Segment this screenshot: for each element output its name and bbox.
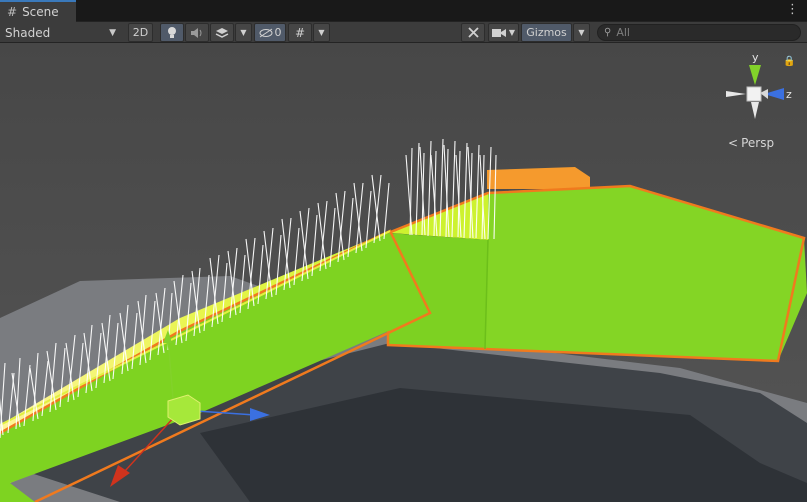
- orientation-y-cone[interactable]: [749, 65, 761, 85]
- tab-bar: # Scene ⋮: [0, 0, 807, 22]
- tools-button[interactable]: [461, 23, 485, 42]
- grid-dropdown-button[interactable]: ▼: [313, 23, 330, 42]
- effects-dropdown-button[interactable]: ▼: [235, 23, 252, 42]
- chevron-down-icon: ▼: [508, 28, 516, 37]
- tab-scene[interactable]: # Scene: [0, 0, 76, 22]
- chevron-down-icon: ▼: [578, 28, 585, 37]
- gizmo-center-cube[interactable]: [167, 394, 201, 426]
- 2d-toggle-button[interactable]: 2D: [128, 23, 153, 42]
- layers-icon: [215, 27, 229, 38]
- effects-toggle-button[interactable]: [210, 23, 234, 42]
- audio-toggle-button[interactable]: [185, 23, 209, 42]
- gizmos-dropdown-button[interactable]: ▼: [573, 23, 590, 42]
- shading-mode-dropdown[interactable]: Shaded ▼: [0, 23, 122, 42]
- scene-toolbar: Shaded ▼ 2D ▼ 0 # ▼ ▼ Gizmos ▼ ⚲: [0, 22, 807, 43]
- hierarchy-search[interactable]: ⚲: [597, 24, 801, 41]
- orientation-y-label: y: [752, 51, 759, 64]
- hidden-count: 0: [274, 26, 282, 39]
- shading-mode-label: Shaded: [5, 25, 51, 40]
- grid-toggle-button[interactable]: #: [288, 23, 312, 42]
- chevron-down-icon: ▼: [240, 28, 247, 37]
- orientation-z-label: z: [786, 88, 792, 101]
- gizmos-toggle-button[interactable]: Gizmos: [521, 23, 572, 42]
- orientation-neg-x-cone[interactable]: [726, 91, 746, 97]
- scene-render: [0, 43, 807, 502]
- tools-icon: [467, 27, 479, 38]
- more-options-icon[interactable]: ⋮: [786, 3, 799, 16]
- grid-snap-icon: #: [294, 25, 306, 40]
- projection-toggle[interactable]: < Persp: [728, 136, 774, 150]
- distant-block: [487, 167, 590, 189]
- lighting-toggle-button[interactable]: [160, 23, 184, 42]
- speaker-icon: [191, 27, 202, 38]
- hidden-objects-toggle[interactable]: 0: [254, 23, 286, 42]
- gizmos-label: Gizmos: [526, 26, 567, 39]
- persp-arrow-icon: <: [728, 136, 739, 150]
- lock-icon[interactable]: 🔒: [783, 56, 795, 67]
- camera-settings-button[interactable]: ▼: [488, 23, 519, 42]
- grid-icon: #: [7, 5, 18, 19]
- eye-slash-icon: [259, 28, 272, 37]
- search-input[interactable]: [616, 26, 787, 39]
- orientation-neg-y-cone[interactable]: [751, 102, 759, 119]
- search-icon: ⚲: [604, 27, 612, 38]
- scene-viewport[interactable]: y z 🔒 < Persp: [0, 43, 807, 502]
- camera-icon: [491, 28, 506, 37]
- projection-label: Persp: [741, 136, 775, 150]
- tab-scene-label: Scene: [22, 5, 59, 19]
- orientation-center-cube[interactable]: [746, 86, 762, 102]
- chevron-down-icon: ▼: [109, 28, 116, 38]
- chevron-down-icon: ▼: [318, 28, 325, 37]
- lightbulb-icon: [168, 27, 176, 38]
- 2d-toggle-label: 2D: [132, 26, 149, 39]
